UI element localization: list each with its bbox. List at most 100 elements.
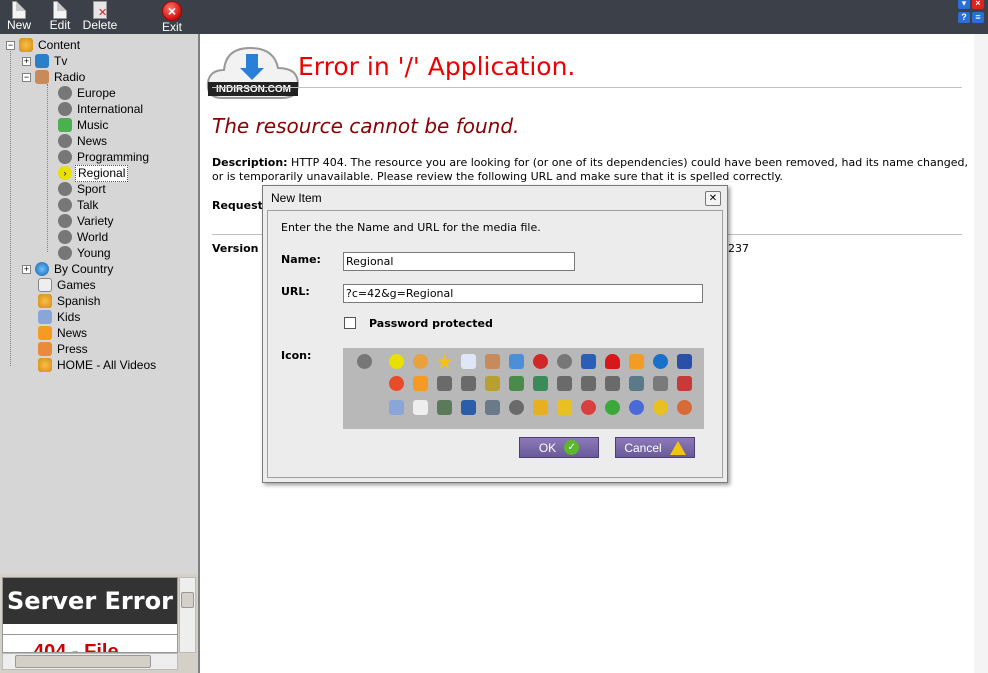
arrow-icon[interactable] [389, 354, 404, 369]
network-icon[interactable] [677, 354, 692, 369]
dialog-body: Enter the the Name and URL for the media… [267, 210, 723, 478]
user-red-icon[interactable] [677, 400, 692, 415]
ok-button[interactable]: OK ✓ [519, 437, 599, 458]
tree-node-tv[interactable]: + Tv [22, 53, 69, 69]
rss-icon[interactable] [629, 354, 644, 369]
edit-button[interactable]: Edit [47, 0, 73, 34]
tree-node-talk[interactable]: Talk [58, 197, 100, 213]
password-protected-checkbox[interactable] [344, 317, 356, 329]
kids-icon[interactable] [389, 400, 404, 415]
shield-green-icon[interactable] [605, 400, 620, 415]
exit-button[interactable]: × Exit [158, 0, 186, 34]
tree-node-programming[interactable]: Programming [58, 149, 151, 165]
menu-icon[interactable]: ≡ [972, 12, 984, 23]
error-subtitle: The resource cannot be found. [212, 114, 520, 138]
cancel-label: Cancel [624, 440, 662, 455]
icon-label: Icon: [281, 349, 312, 362]
edit-document-icon [53, 1, 67, 19]
folder-icon[interactable] [581, 376, 596, 391]
star-icon[interactable] [437, 354, 452, 369]
content-vertical-scrollbar[interactable] [974, 34, 988, 673]
tree-node-sport[interactable]: Sport [58, 181, 108, 197]
apple-icon[interactable] [533, 354, 548, 369]
tree-node-by-country[interactable]: + By Country [22, 261, 115, 277]
shield-warning-icon[interactable] [653, 400, 668, 415]
tree-line [47, 84, 48, 252]
tree-node-news[interactable]: News [58, 133, 109, 149]
url-input[interactable]: ?c=42&g=Regional [343, 284, 703, 303]
tree-node-home-all-videos[interactable]: HOME - All Videos [38, 357, 158, 373]
version-label: Version [212, 242, 259, 255]
tree-node-content[interactable]: − Content [6, 37, 82, 53]
rss-icon[interactable] [413, 376, 428, 391]
globe-icon[interactable] [653, 354, 668, 369]
tree-node-international[interactable]: International [58, 101, 145, 117]
tree-node-regional[interactable]: › Regional [58, 164, 129, 182]
tree-node-spanish[interactable]: Spanish [38, 293, 102, 309]
collapse-icon[interactable]: − [22, 72, 31, 82]
headphones-icon[interactable] [557, 354, 572, 369]
tree-node-press[interactable]: Press [38, 341, 90, 357]
tree-node-young[interactable]: Young [58, 245, 113, 261]
folder-icon[interactable] [485, 376, 500, 391]
heart-icon[interactable] [605, 354, 620, 369]
folder-icon[interactable] [509, 376, 524, 391]
tree-node-europe[interactable]: Europe [58, 85, 118, 101]
scroll-thumb[interactable] [15, 655, 151, 668]
person-icon[interactable] [533, 400, 548, 415]
headphones-icon [58, 134, 72, 148]
close-icon[interactable]: × [972, 0, 984, 9]
game-icon[interactable] [437, 400, 452, 415]
preview-horizontal-scrollbar[interactable] [2, 653, 178, 670]
collapse-icon[interactable]: − [6, 40, 15, 50]
preview-vertical-scrollbar[interactable] [179, 577, 196, 653]
headphones-icon[interactable] [357, 354, 372, 369]
shield-red-icon[interactable] [581, 400, 596, 415]
expand-icon[interactable]: + [22, 56, 31, 66]
folder-icon[interactable] [533, 376, 548, 391]
folder-icon[interactable] [461, 376, 476, 391]
globe-icon [35, 262, 49, 276]
folder-icon[interactable] [557, 376, 572, 391]
tree-node-games[interactable]: Games [38, 277, 98, 293]
pin-icon [38, 294, 52, 308]
tree-node-variety[interactable]: Variety [58, 213, 115, 229]
ok-label: OK [538, 440, 557, 455]
delete-button[interactable]: Delete [82, 0, 118, 34]
main-toolbar: New Edit Delete × Exit ▾ × ? ≡ [0, 0, 988, 34]
tree-node-music[interactable]: Music [58, 117, 110, 133]
save-icon[interactable] [677, 376, 692, 391]
new-button[interactable]: New [6, 0, 32, 34]
name-input[interactable]: Regional [343, 252, 575, 271]
lock-icon[interactable] [557, 400, 572, 415]
user-icon[interactable] [509, 400, 524, 415]
dice-icon[interactable] [413, 400, 428, 415]
expand-icon[interactable]: + [22, 264, 31, 274]
tree-node-radio[interactable]: − Radio [22, 69, 87, 85]
icon-picker[interactable] [343, 348, 704, 429]
headphones-icon [58, 182, 72, 196]
flag-icon[interactable] [461, 400, 476, 415]
folder-icon[interactable] [653, 376, 668, 391]
radio-icon[interactable] [485, 354, 500, 369]
folder-icon[interactable] [437, 376, 452, 391]
minimize-icon[interactable]: ▾ [958, 0, 970, 9]
scroll-thumb[interactable] [181, 592, 194, 608]
tree-node-news-feed[interactable]: News [38, 325, 89, 341]
shield-blue-icon[interactable] [629, 400, 644, 415]
folder-icon[interactable] [629, 376, 644, 391]
pin-icon[interactable] [413, 354, 428, 369]
tree-node-kids[interactable]: Kids [38, 309, 82, 325]
cancel-button[interactable]: Cancel [615, 437, 695, 458]
dialog-close-button[interactable]: ✕ [705, 191, 721, 206]
pen-icon[interactable] [581, 354, 596, 369]
help-icon[interactable]: ? [958, 12, 970, 23]
camera-icon[interactable] [485, 400, 500, 415]
cloud-download-icon [206, 46, 300, 99]
smiley-icon[interactable] [389, 376, 404, 391]
phone-icon[interactable] [509, 354, 524, 369]
tree-node-world[interactable]: World [58, 229, 110, 245]
folder-icon[interactable] [605, 376, 620, 391]
headphones-icon [58, 230, 72, 244]
notepad-icon[interactable] [461, 354, 476, 369]
